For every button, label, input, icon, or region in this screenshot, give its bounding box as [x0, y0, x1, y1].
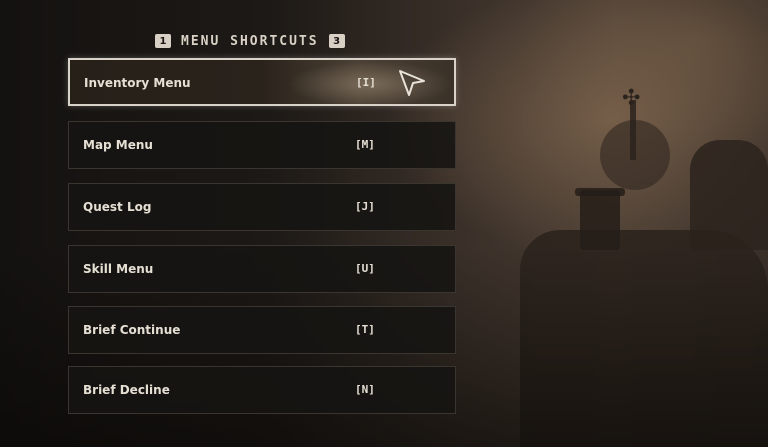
next-tab-key-badge[interactable]: 3	[328, 34, 345, 48]
shortcut-key: [N]	[355, 383, 375, 396]
shortcut-row-skill-menu[interactable]: Skill Menu [U]	[68, 245, 456, 293]
shortcut-row-inventory-menu[interactable]: Inventory Menu [I]	[68, 58, 456, 106]
arrow-pointer-icon	[399, 70, 425, 96]
shortcut-label: Inventory Menu	[84, 76, 191, 90]
shortcut-row-quest-log[interactable]: Quest Log [J]	[68, 183, 456, 231]
shortcut-row-brief-continue[interactable]: Brief Continue [T]	[68, 306, 456, 354]
shortcut-key: [J]	[355, 200, 375, 213]
shortcut-key: [I]	[356, 76, 376, 89]
shortcut-label: Brief Continue	[83, 323, 181, 337]
shortcut-label: Quest Log	[83, 200, 152, 214]
shortcut-label: Map Menu	[83, 138, 153, 152]
page-title: MENU SHORTCUTS	[181, 33, 319, 49]
shortcut-label: Brief Decline	[83, 383, 170, 397]
shortcut-row-map-menu[interactable]: Map Menu [M]	[68, 121, 456, 169]
shortcut-key: [U]	[355, 262, 375, 275]
shortcut-key: [T]	[355, 323, 375, 336]
shortcut-label: Skill Menu	[83, 262, 154, 276]
shortcut-row-brief-decline[interactable]: Brief Decline [N]	[68, 366, 456, 414]
menu-header: 1 MENU SHORTCUTS 3	[155, 28, 370, 54]
prev-tab-key-badge[interactable]: 1	[155, 34, 171, 48]
shortcut-key: [M]	[355, 138, 375, 151]
